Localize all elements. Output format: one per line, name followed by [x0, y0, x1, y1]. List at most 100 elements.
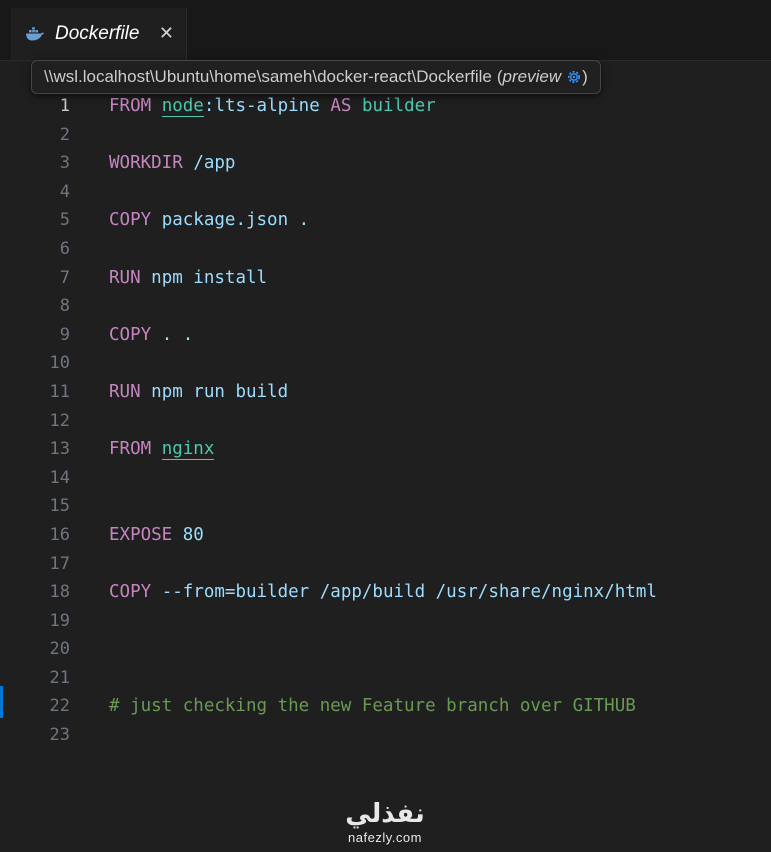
- line-number: 10: [49, 353, 70, 374]
- token-kw: COPY: [109, 582, 152, 603]
- line-number: 17: [49, 553, 70, 574]
- watermark-domain: nafezly.com: [348, 830, 422, 845]
- code-text: # just checking the new Feature branch o…: [109, 692, 636, 721]
- code-text: COPY --from=builder /app/build /usr/shar…: [109, 578, 657, 607]
- code-text: RUN npm install: [109, 264, 267, 293]
- line-number: 11: [49, 381, 70, 402]
- token-kw: COPY: [109, 210, 152, 231]
- line-change-marker: [0, 686, 3, 718]
- line-number: 16: [49, 524, 70, 545]
- code-line[interactable]: 21: [0, 664, 771, 693]
- line-number: 19: [49, 610, 70, 631]
- code-line[interactable]: 11 RUN npm run build: [0, 378, 771, 407]
- tooltip-preview-label: preview: [502, 67, 562, 86]
- line-number: 12: [49, 410, 70, 431]
- code-editor[interactable]: 1 FROM node:lts-alpine AS builder 2 3 WORKDI…: [0, 92, 771, 750]
- line-number: 2: [59, 124, 70, 145]
- token-arg: npm run build: [151, 381, 289, 402]
- code-line[interactable]: 6: [0, 235, 771, 264]
- gear-icon[interactable]: [566, 69, 582, 85]
- code-line[interactable]: 13 FROM nginx: [0, 435, 771, 464]
- code-line[interactable]: 10: [0, 349, 771, 378]
- line-number: 6: [59, 238, 70, 259]
- line-number: 18: [49, 582, 70, 603]
- code-line[interactable]: 3 WORKDIR /app: [0, 149, 771, 178]
- line-number: 23: [49, 725, 70, 746]
- code-line[interactable]: 2: [0, 121, 771, 150]
- code-line[interactable]: 5 COPY package.json .: [0, 206, 771, 235]
- code-line[interactable]: 23: [0, 721, 771, 750]
- code-line[interactable]: 7 RUN npm install: [0, 264, 771, 293]
- code-line[interactable]: 18 COPY --from=builder /app/build /usr/sh…: [0, 578, 771, 607]
- code-line[interactable]: 20: [0, 635, 771, 664]
- tooltip-close-paren: ): [582, 67, 588, 86]
- nafezly-watermark: نفذلي nafezly.com: [335, 798, 435, 846]
- code-line[interactable]: 4: [0, 178, 771, 207]
- code-line[interactable]: 22 # just checking the new Feature branch…: [0, 692, 771, 721]
- code-text: COPY package.json .: [109, 206, 309, 235]
- token-arg: 80: [182, 524, 204, 545]
- token-kw: AS: [330, 96, 352, 116]
- line-number: 15: [49, 496, 70, 517]
- token-kw: COPY: [109, 324, 152, 345]
- line-number: 20: [49, 639, 70, 660]
- token-kw: FROM: [109, 439, 152, 460]
- code-text: RUN npm run build: [109, 378, 288, 407]
- code-line[interactable]: 15: [0, 492, 771, 521]
- code-text: FROM nginx: [109, 435, 215, 464]
- close-icon[interactable]: ✕: [159, 25, 174, 43]
- code-text: FROM node:lts-alpine AS builder: [109, 92, 436, 121]
- tab-dockerfile[interactable]: Dockerfile ✕: [11, 8, 187, 60]
- file-path-tooltip: \\wsl.localhost\Ubuntu\home\sameh\docker…: [31, 60, 601, 94]
- token-tag: :lts-alpine: [203, 96, 320, 116]
- docker-whale-icon: [25, 26, 45, 42]
- code-line[interactable]: 14: [0, 464, 771, 493]
- code-text: WORKDIR /app: [109, 149, 235, 178]
- token-arg: npm install: [151, 267, 268, 288]
- token-img: nginx: [161, 439, 215, 461]
- code-line[interactable]: 9 COPY . .: [0, 321, 771, 350]
- token-kw: WORKDIR: [109, 153, 183, 174]
- code-line[interactable]: 16 EXPOSE 80: [0, 521, 771, 550]
- code-line[interactable]: 17: [0, 550, 771, 579]
- code-text: COPY . .: [109, 321, 193, 350]
- token-img: node: [161, 96, 204, 117]
- line-number: 7: [59, 267, 70, 288]
- token-kw: FROM: [109, 96, 152, 116]
- tooltip-file-path: \\wsl.localhost\Ubuntu\home\sameh\docker…: [44, 67, 492, 86]
- code-text: EXPOSE 80: [109, 521, 204, 550]
- token-kw: RUN: [109, 381, 141, 402]
- code-line[interactable]: 12: [0, 407, 771, 436]
- watermark-logo: نفذلي: [345, 799, 425, 829]
- token-arg: /app: [193, 153, 236, 174]
- token-arg: . .: [161, 324, 194, 345]
- token-kw: RUN: [109, 267, 141, 288]
- line-number: 9: [59, 324, 70, 345]
- tab-title: Dockerfile: [55, 23, 140, 44]
- line-number: 5: [59, 210, 70, 231]
- line-number: 21: [49, 667, 70, 688]
- line-number: 22: [49, 696, 70, 717]
- token-arg: package.json .: [161, 210, 310, 231]
- code-line[interactable]: 1 FROM node:lts-alpine AS builder: [0, 92, 771, 121]
- code-line[interactable]: 8: [0, 292, 771, 321]
- line-number: 8: [59, 296, 70, 317]
- code-line[interactable]: 19: [0, 607, 771, 636]
- token-alias: builder: [361, 96, 436, 116]
- line-number: 4: [59, 181, 70, 202]
- token-comment: # just checking the new Feature branch o…: [109, 696, 636, 717]
- editor-tab-bar: Dockerfile ✕: [0, 0, 771, 61]
- line-number: 14: [49, 467, 70, 488]
- line-number: 3: [59, 153, 70, 174]
